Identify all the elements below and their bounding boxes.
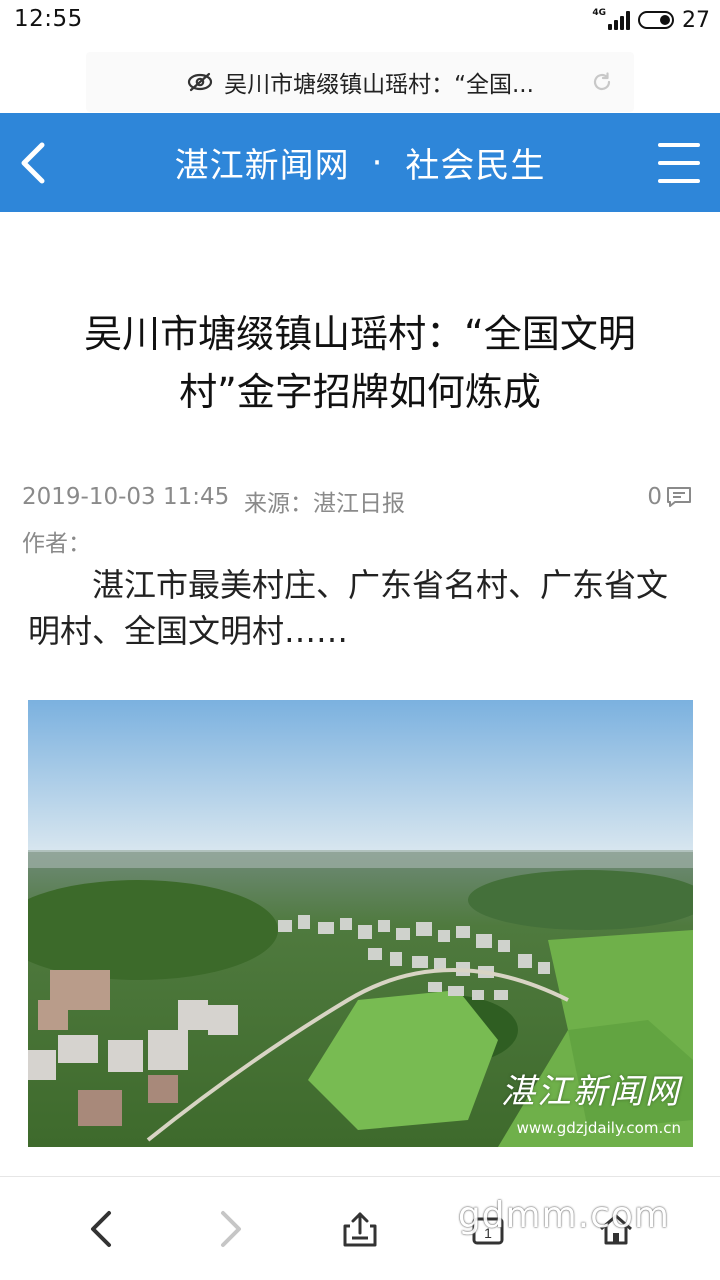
url-bar[interactable]: 吴川市塘缀镇山瑶村：“全国... xyxy=(0,52,720,112)
back-icon[interactable] xyxy=(72,1199,132,1259)
url-title: 吴川市塘缀镇山瑶村：“全国... xyxy=(224,72,534,98)
site-header: 湛江新闻网 · 社会民生 xyxy=(0,113,720,212)
article-photo[interactable]: 湛江新闻网 www.gdzjdaily.com.cn xyxy=(28,700,693,1147)
signal-icon xyxy=(608,10,630,30)
battery-level: 27 xyxy=(682,7,710,33)
publish-date: 2019-10-03 11:45 xyxy=(22,484,230,510)
title-separator: · xyxy=(371,142,384,183)
browser-toolbar: 1 gdmm.com xyxy=(0,1176,720,1280)
site-name[interactable]: 湛江新闻网 xyxy=(175,138,350,187)
hamburger-menu-icon[interactable] xyxy=(658,143,700,183)
eye-slash-icon xyxy=(187,72,213,92)
status-bar: 12:55 4G 27 xyxy=(0,0,720,40)
image-watermark: 湛江新闻网 www.gdzjdaily.com.cn xyxy=(501,1072,681,1137)
article-title: 吴川市塘缀镇山瑶村：“全国文明村”金字招牌如何炼成 xyxy=(84,312,636,414)
article-source: 来源：湛江日报 xyxy=(244,491,405,517)
network-type: 4G xyxy=(592,8,606,18)
status-indicators: 4G 27 xyxy=(592,6,710,34)
battery-icon xyxy=(638,11,674,29)
comment-count-button[interactable]: 0 xyxy=(647,484,692,510)
section-name[interactable]: 社会民生 xyxy=(405,138,545,187)
refresh-icon[interactable] xyxy=(590,70,614,94)
comment-count: 0 xyxy=(647,484,662,510)
status-time: 12:55 xyxy=(14,6,83,32)
forward-icon[interactable] xyxy=(200,1199,260,1259)
comment-icon xyxy=(667,487,691,507)
address-field[interactable]: 吴川市塘缀镇山瑶村：“全国... xyxy=(86,52,634,112)
article-author: 作者： xyxy=(22,531,91,557)
share-icon[interactable] xyxy=(330,1199,390,1259)
header-title: 湛江新闻网 · 社会民生 xyxy=(0,113,720,212)
article-meta: 2019-10-03 11:45 来源：湛江日报 0 xyxy=(22,484,698,517)
article-lead: 湛江市最美村庄、广东省名村、广东省文明村、全国文明村…… xyxy=(28,566,669,650)
site-watermark: gdmm.com xyxy=(457,1195,670,1236)
